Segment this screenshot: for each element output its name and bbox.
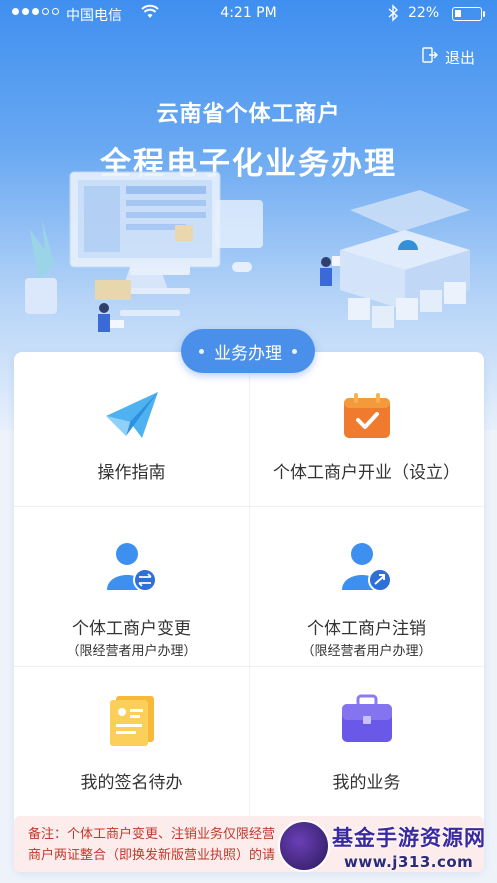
tile-business-opening[interactable]: 个体工商户开业（设立） — [249, 370, 484, 506]
status-bar: 中国电信 4:21 PM 22% — [0, 0, 497, 28]
id-card-icon — [14, 694, 249, 746]
tile-label: 我的签名待办 — [80, 773, 183, 793]
tile-business-change[interactable]: 个体工商户变更 （限经营者用户办理） — [14, 508, 249, 668]
logout-label: 退出 — [444, 48, 475, 67]
logout-icon — [421, 46, 439, 68]
section-title: 业务办理 — [214, 343, 282, 364]
tile-label: 个体工商户注销 — [307, 619, 426, 639]
tile-my-business[interactable]: 我的业务 — [249, 670, 484, 810]
watermark-title: 基金手游资源网 — [332, 826, 486, 850]
tile-sublabel: （限经营者用户办理） — [66, 644, 197, 659]
tile-label: 个体工商户变更 — [72, 619, 191, 639]
tile-label: 我的业务 — [332, 773, 401, 793]
tile-business-cancel[interactable]: 个体工商户注销 （限经营者用户办理） — [249, 508, 484, 668]
tile-my-signature-todo[interactable]: 我的签名待办 — [14, 670, 249, 810]
user-cancel-icon — [249, 540, 484, 594]
watermark-logo-icon — [278, 820, 330, 872]
tile-label: 个体工商户开业（设立） — [273, 463, 460, 483]
calendar-check-icon — [249, 390, 484, 440]
bluetooth-icon — [387, 4, 399, 26]
battery-icon — [452, 7, 485, 21]
tile-sublabel: （限经营者用户办理） — [301, 644, 432, 659]
pill-dot-left — [199, 348, 204, 354]
watermark-url: www.j313.com — [344, 853, 474, 871]
tile-operation-guide[interactable]: 操作指南 — [14, 370, 249, 506]
paper-plane-icon — [14, 388, 249, 442]
pill-dot-right — [292, 348, 297, 354]
grid-divider-row1 — [14, 506, 484, 507]
tile-label: 操作指南 — [97, 463, 166, 483]
user-change-icon — [14, 540, 249, 594]
logout-button[interactable]: 退出 — [421, 46, 475, 68]
hero-title-province: 云南省个体工商户 — [156, 102, 341, 127]
briefcase-icon — [249, 694, 484, 744]
battery-percent: 22% — [408, 5, 440, 21]
section-title-pill: 业务办理 — [181, 329, 315, 373]
watermark: 基金手游资源网 www.j313.com — [278, 818, 492, 880]
